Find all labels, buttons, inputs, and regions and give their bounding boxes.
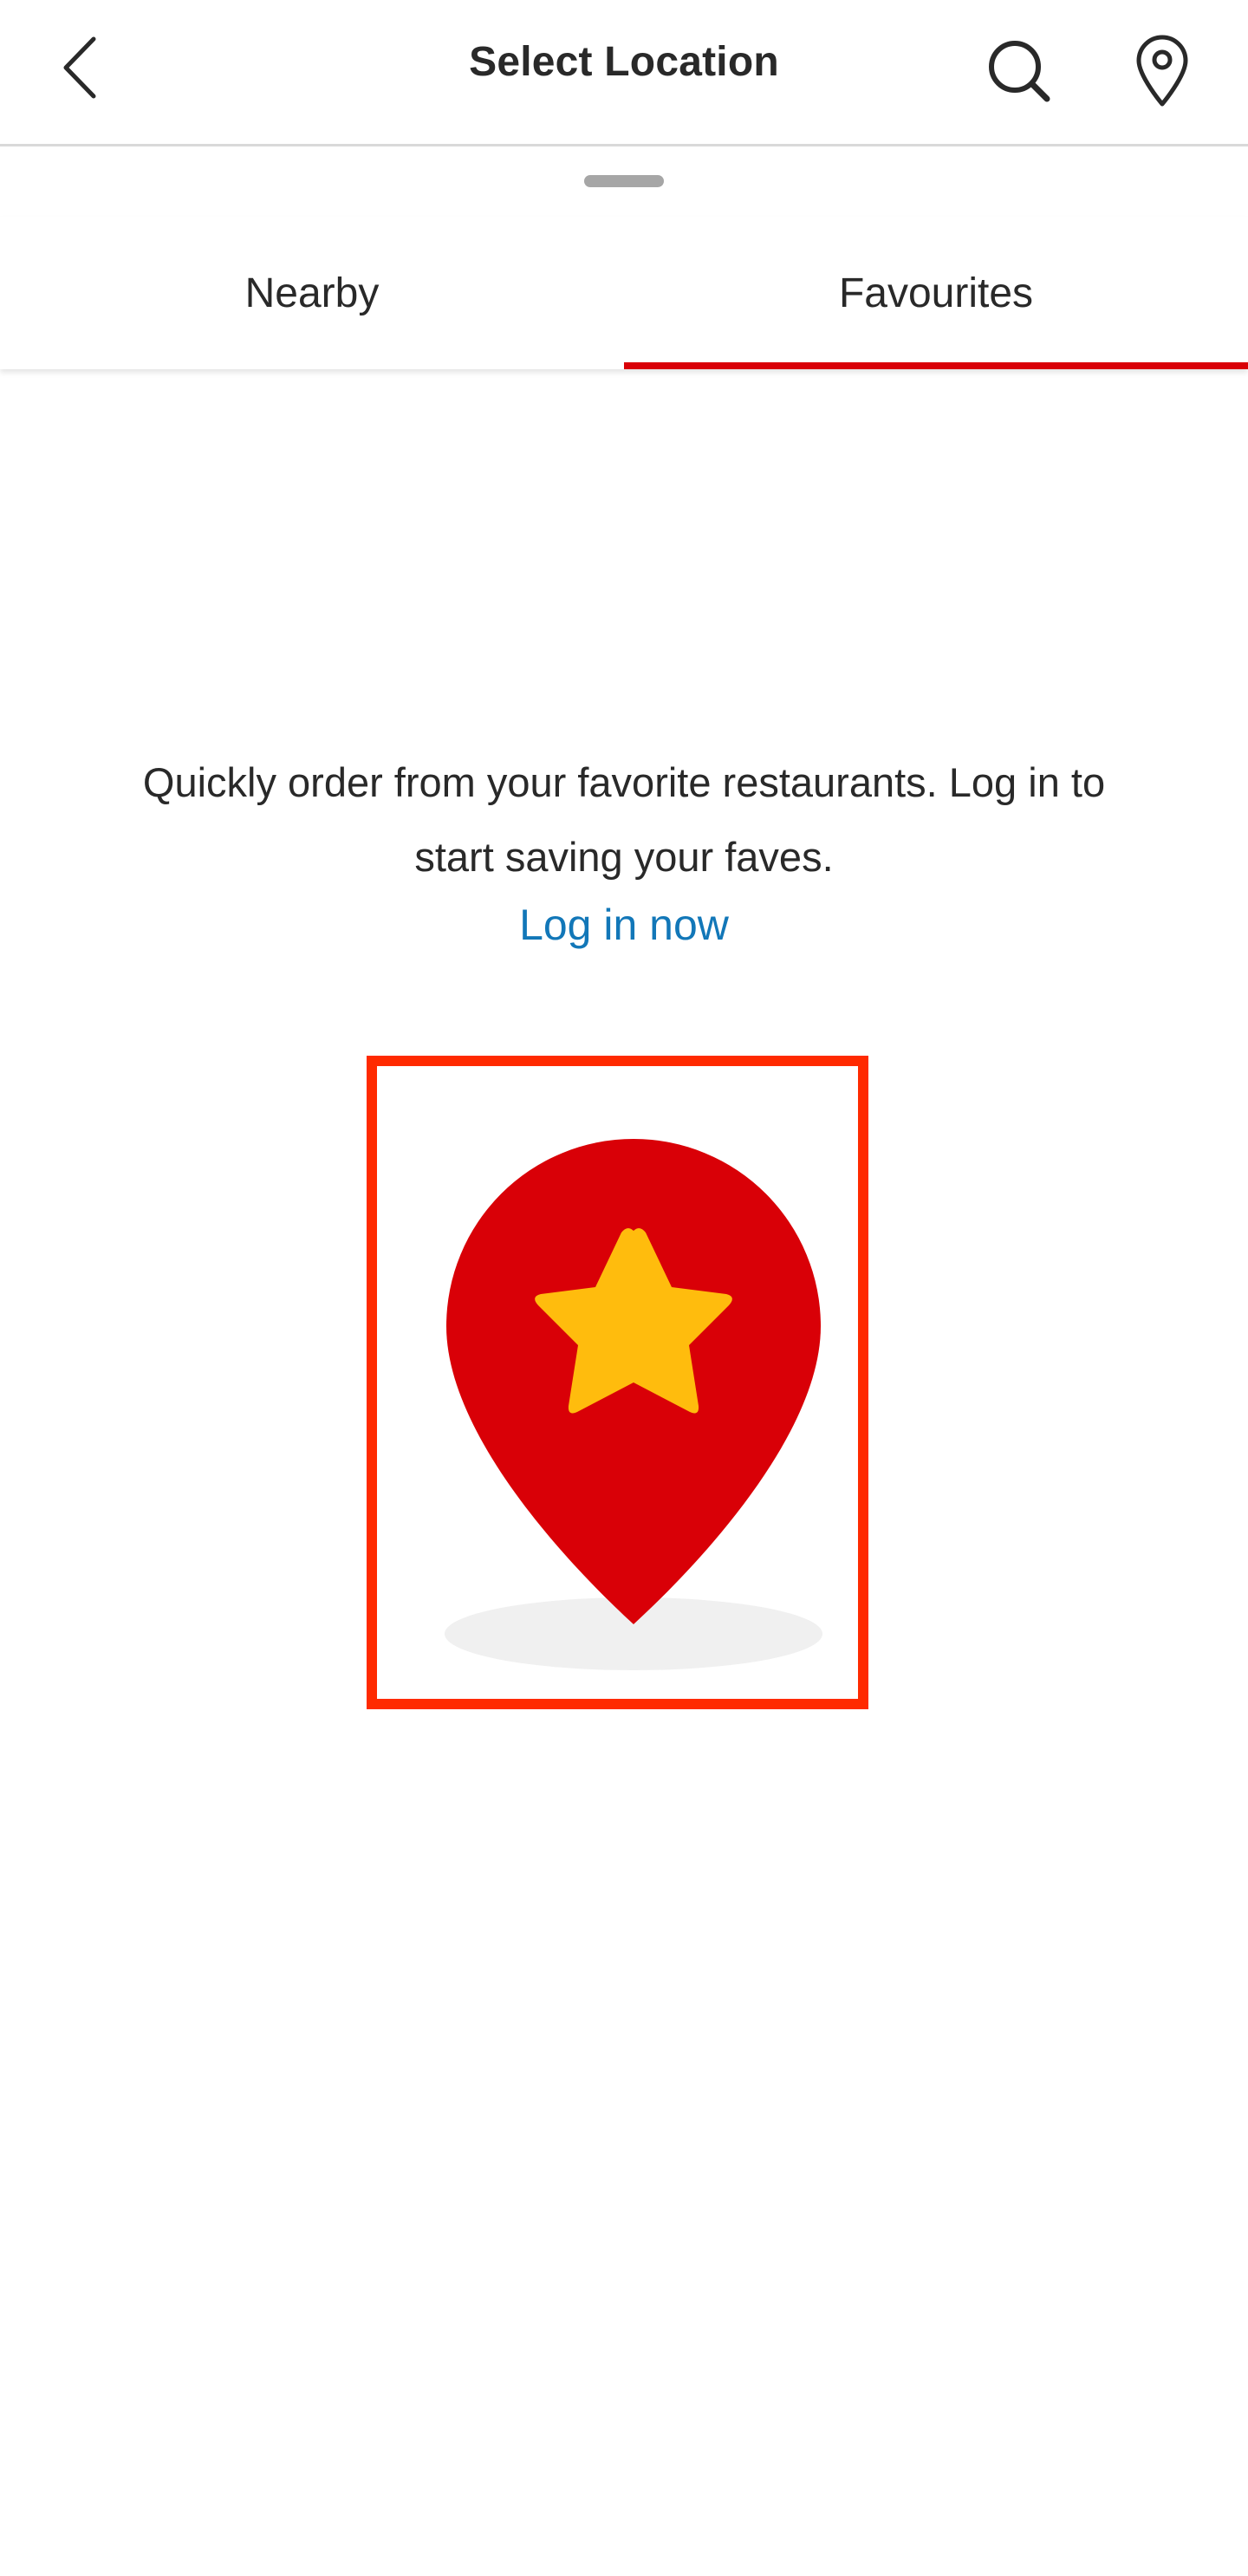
favourites-empty-state: Quickly order from your favorite restaur… xyxy=(0,745,1248,950)
page-title: Select Location xyxy=(469,39,779,85)
location-tabs: Nearby Favourites xyxy=(0,217,1248,369)
tab-favourites[interactable]: Favourites xyxy=(624,217,1248,369)
favorite-location-illustration xyxy=(367,1056,868,1709)
favorite-location-pin-icon xyxy=(445,1139,822,1670)
top-app-bar: Select Location xyxy=(0,0,1248,146)
search-button[interactable] xyxy=(978,29,1061,113)
tab-nearby[interactable]: Nearby xyxy=(0,217,624,369)
current-location-button[interactable] xyxy=(1123,26,1201,116)
search-icon xyxy=(989,41,1050,102)
empty-state-message: Quickly order from your favorite restaur… xyxy=(142,759,1106,880)
log-in-link[interactable]: Log in now xyxy=(519,900,729,950)
select-location-screen: Select Location Nearby Favourites Quickl… xyxy=(0,0,1248,2576)
bottom-sheet-drag-handle[interactable] xyxy=(584,175,664,187)
map-pin-icon xyxy=(1136,35,1188,107)
